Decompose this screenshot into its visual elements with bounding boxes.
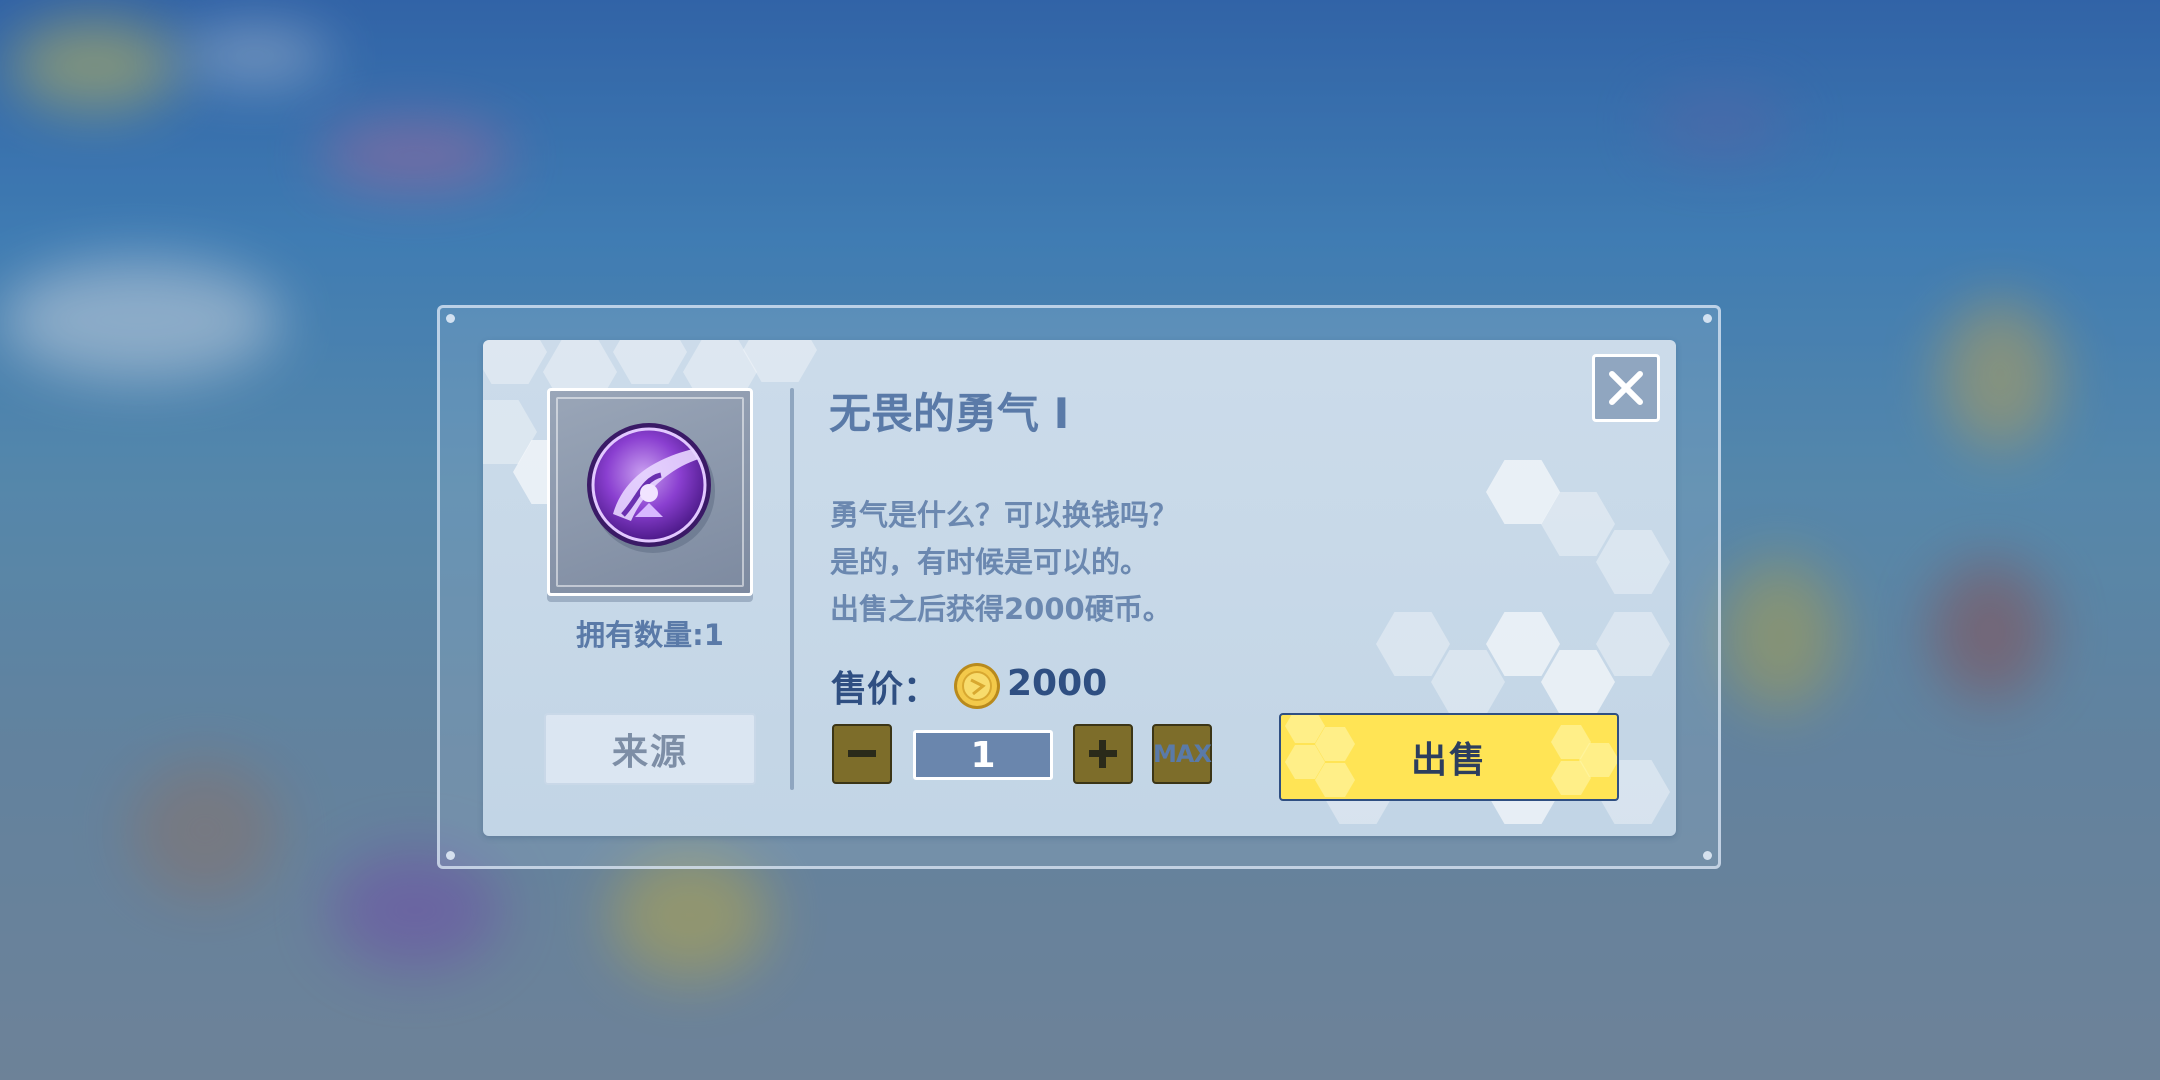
hex-decoration [1596,530,1670,594]
item-description-line: 出售之后获得2000硬币。 [830,592,1172,626]
hex-decoration [1486,612,1560,676]
frame-corner-dot [1703,851,1712,860]
purple-medal-icon [587,423,715,553]
hex-decoration [1376,612,1450,676]
item-title: 无畏的勇气 I [829,389,1070,438]
sell-dialog-panel: 拥有数量:1 来源 无畏的勇气 I 勇气是什么？可以换钱吗？ 是的，有时候是可以… [483,340,1676,836]
frame-corner-dot [446,314,455,323]
frame-corner-dot [1703,314,1712,323]
owned-count-label: 拥有数量: [576,618,704,652]
max-quantity-button[interactable]: MAX [1152,724,1212,784]
quantity-input[interactable]: 1 [913,730,1053,780]
owned-count-text: 拥有数量:1 [547,612,753,654]
source-button[interactable]: 来源 [544,713,756,785]
hex-decoration [613,340,687,384]
sell-button[interactable]: 出售 [1279,713,1619,801]
price-label: 售价： [831,669,940,710]
hex-decoration [483,340,547,384]
sell-button-label: 出售 [1410,740,1487,781]
gold-coin-icon [954,663,1000,709]
plus-icon [1089,740,1117,768]
panel-divider [790,388,794,790]
frame-corner-dot [446,851,455,860]
close-icon [1609,371,1643,405]
max-label: MAX [1153,740,1212,768]
item-description-line: 勇气是什么？可以换钱吗？ [830,498,1179,532]
item-icon-frame [547,388,753,596]
price-value: 2000 [1007,663,1108,704]
decrease-quantity-button[interactable] [832,724,892,784]
hex-decoration [1596,612,1670,676]
close-button[interactable] [1592,354,1660,422]
increase-quantity-button[interactable] [1073,724,1133,784]
owned-count-value: 1 [703,618,724,652]
hex-decoration [1541,650,1615,714]
hex-decoration [1431,650,1505,714]
minus-icon [848,750,876,757]
item-description-line: 是的，有时候是可以的。 [830,545,1150,579]
